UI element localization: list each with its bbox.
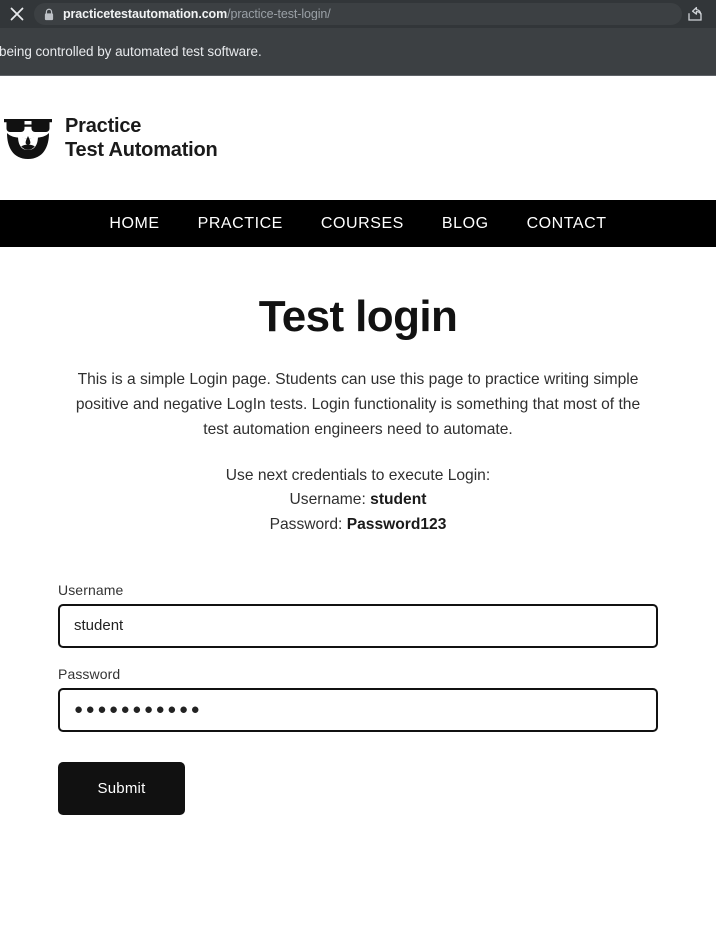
username-field-group: Username [58, 582, 658, 648]
site-header: Practice Test Automation [0, 76, 716, 200]
credentials-block: Use next credentials to execute Login: U… [36, 464, 680, 536]
nav-item-home[interactable]: HOME [109, 215, 159, 233]
share-icon[interactable] [682, 2, 708, 26]
site-logo[interactable]: Practice Test Automation [2, 110, 218, 166]
credentials-password-line: Password: Password123 [36, 513, 680, 537]
browser-toolbar: practicetestautomation.com/practice-test… [0, 0, 716, 28]
automation-infobar-text: being controlled by automated test softw… [0, 44, 262, 59]
nav-item-practice[interactable]: PRACTICE [198, 215, 283, 233]
main-navigation: HOME PRACTICE COURSES BLOG CONTACT [0, 200, 716, 247]
credentials-username-label: Username: [289, 491, 371, 509]
nav-item-courses[interactable]: COURSES [321, 215, 404, 233]
submit-button[interactable]: Submit [58, 761, 185, 815]
submit-row: Submit [58, 761, 658, 815]
username-input[interactable] [58, 603, 658, 648]
page-title: Test login [258, 292, 458, 341]
bearded-face-glasses-logo-icon [2, 110, 54, 166]
credentials-password-label: Password: [269, 515, 347, 533]
password-input[interactable] [58, 687, 658, 732]
logo-line-2: Test Automation [65, 139, 218, 161]
url-path: /practice-test-login/ [227, 7, 331, 21]
credentials-username-value: student [370, 491, 427, 509]
username-label: Username [58, 581, 124, 598]
password-field-group: Password [58, 666, 658, 732]
automation-infobar: being controlled by automated test softw… [0, 28, 716, 76]
password-label: Password [58, 665, 121, 682]
logo-line-1: Practice [65, 114, 142, 137]
credentials-username-line: Username: student [36, 488, 680, 512]
credentials-password-value: Password123 [346, 515, 447, 533]
lock-icon [44, 8, 54, 21]
site-logo-text: Practice Test Automation [65, 114, 218, 163]
login-form: Username Password Submit [58, 582, 658, 815]
address-bar[interactable]: practicetestautomation.com/practice-test… [34, 3, 682, 25]
credentials-intro: Use next credentials to execute Login: [225, 467, 491, 485]
close-icon[interactable] [6, 3, 28, 25]
nav-item-blog[interactable]: BLOG [442, 215, 489, 233]
nav-item-contact[interactable]: CONTACT [527, 215, 607, 233]
url-text: practicetestautomation.com/practice-test… [63, 8, 331, 21]
page-content: Test login This is a simple Login page. … [0, 292, 716, 815]
intro-paragraph: This is a simple Login page. Students ca… [75, 371, 641, 438]
url-domain: practicetestautomation.com [63, 7, 228, 21]
